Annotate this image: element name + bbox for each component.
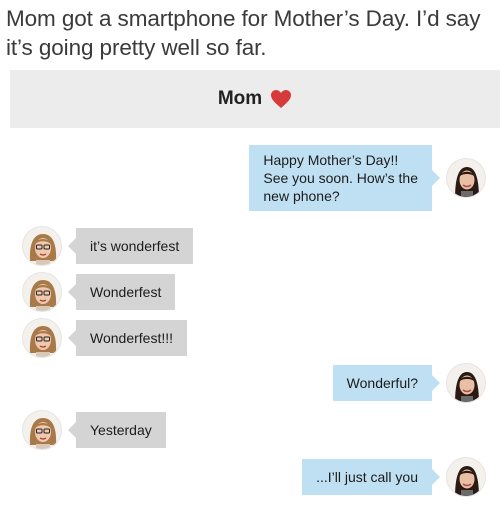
message-bubble-incoming: Yesterday [68, 412, 166, 448]
message-line: Happy Mother’s Day!! [263, 152, 399, 168]
message-row-outgoing: Wonderful? [332, 363, 486, 403]
message-row-outgoing: ...I’ll just call you [302, 457, 486, 497]
contact-name: Mom [217, 88, 263, 109]
message-bubble-incoming: Wonderfest [67, 274, 176, 310]
message-row-incoming: Wonderfest [22, 272, 176, 312]
mom-avatar [22, 226, 62, 266]
mom-avatar [22, 410, 62, 450]
mom-avatar [22, 318, 62, 358]
daughter-avatar [446, 363, 486, 403]
chat-header: Mom [10, 70, 500, 128]
message-row-incoming: Yesterday [22, 410, 166, 450]
message-bubble-incoming: it’s wonderfest [67, 228, 194, 264]
message-row-incoming: Wonderfest!!! [22, 318, 188, 358]
message-line: See you soon. How’s the [263, 170, 418, 186]
message-bubble-outgoing: ...I’ll just call you [302, 459, 440, 495]
message-row-outgoing: Happy Mother’s Day!! See you soon. How’s… [249, 145, 486, 211]
daughter-avatar [446, 158, 486, 198]
message-bubble-incoming: Wonderfest!!! [67, 320, 188, 356]
message-line: new phone? [263, 188, 340, 204]
post-caption: Mom got a smartphone for Mother’s Day. I… [6, 6, 481, 60]
daughter-avatar [446, 457, 486, 497]
mom-avatar [22, 272, 62, 312]
heart-icon [270, 89, 292, 109]
message-bubble-outgoing: Happy Mother’s Day!! See you soon. How’s… [249, 145, 440, 211]
message-bubble-outgoing: Wonderful? [332, 365, 441, 401]
message-row-incoming: it’s wonderfest [22, 226, 194, 266]
